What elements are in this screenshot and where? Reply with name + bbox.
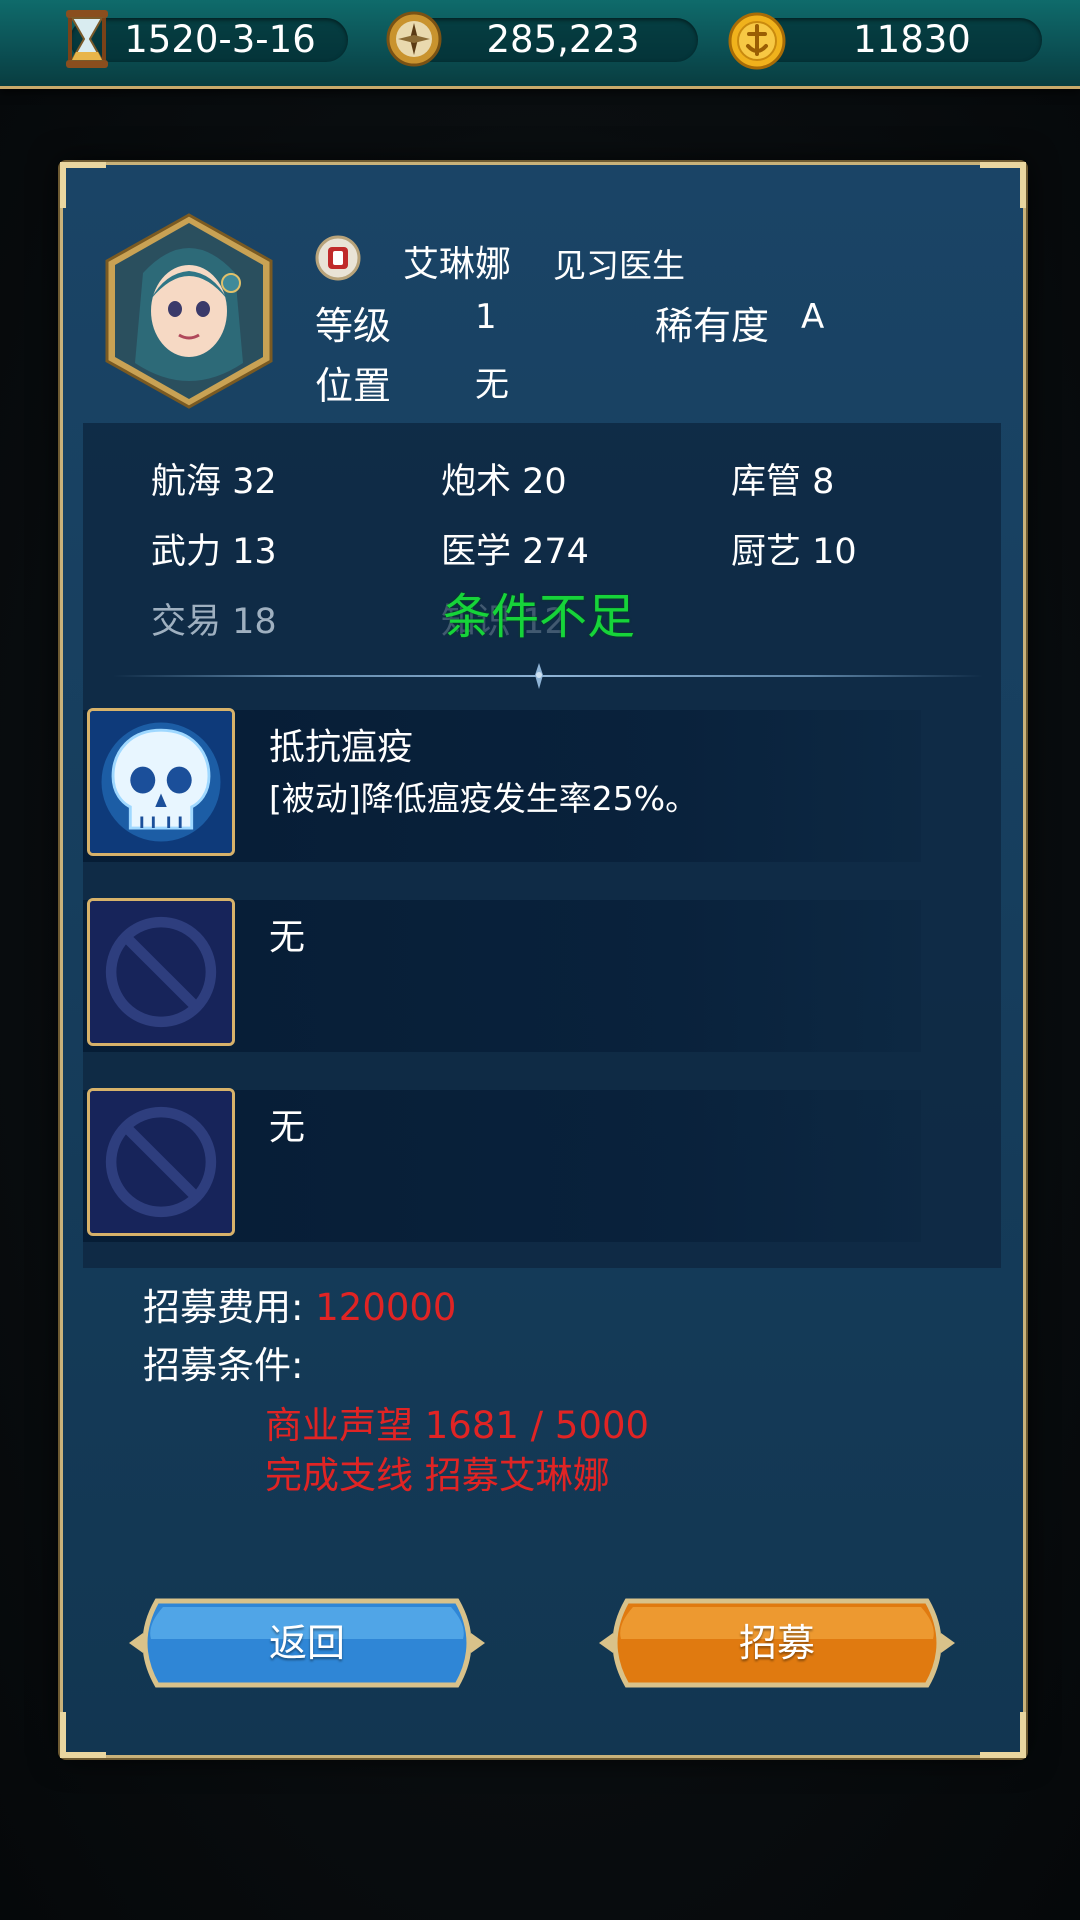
officer-recruit-dialog: 艾琳娜 见习医生 等级 1 稀有度 A 位置 无 航海 32 炮术 20 库管 … <box>60 162 1026 1758</box>
reputation-text: 285,223 <box>486 18 640 61</box>
back-button[interactable]: 返回 <box>127 1595 487 1691</box>
skill-slot[interactable]: 抵抗瘟疫 [被动]降低瘟疫发生率25%。 <box>83 708 921 862</box>
coins-text: 11830 <box>853 18 971 61</box>
skill-description: [被动]降低瘟疫发生率25%。 <box>269 779 699 818</box>
recruit-cost-value: 120000 <box>315 1286 457 1329</box>
date-text: 1520-3-16 <box>124 18 316 61</box>
recruit-cost-line: 招募费用: 120000 <box>143 1277 456 1331</box>
rarity-value: A <box>801 297 825 337</box>
condition-warning: 条件不足 <box>443 589 636 645</box>
position-value: 无 <box>475 365 509 405</box>
compass-icon <box>386 11 442 67</box>
empty-slot-icon <box>87 898 235 1046</box>
recruit-condition-label: 招募条件: <box>143 1344 304 1387</box>
corner-ornament <box>980 1712 1026 1758</box>
skill-slot[interactable]: 无 <box>83 1088 921 1242</box>
coins-box: 11830 <box>742 18 1042 62</box>
level-value: 1 <box>475 297 497 337</box>
hourglass-icon <box>66 10 108 68</box>
stat-trade: 交易 18 <box>151 602 277 642</box>
resource-bar: 1520-3-16 285,223 11830 <box>0 0 1080 89</box>
corner-ornament <box>980 162 1026 208</box>
recruit-button-label: 招募 <box>738 1621 815 1665</box>
skull-icon <box>87 708 235 856</box>
corner-ornament <box>60 162 106 208</box>
officer-portrait <box>105 213 273 409</box>
stat-storage: 库管 8 <box>731 462 835 502</box>
stat-gunnery: 炮术 20 <box>441 462 567 502</box>
requirement-item: 商业声望 1681 / 5000 <box>265 1404 650 1447</box>
officer-title: 见习医生 <box>553 246 685 285</box>
stat-combat: 武力 13 <box>151 532 277 572</box>
officer-name: 艾琳娜 <box>403 244 512 285</box>
recruit-cost-label: 招募费用: <box>143 1286 304 1329</box>
nation-emblem-icon <box>315 235 361 281</box>
stat-navigation: 航海 32 <box>151 462 277 502</box>
gold-coin-icon <box>728 12 786 70</box>
back-button-label: 返回 <box>268 1621 345 1665</box>
requirement-item: 完成支线 招募艾琳娜 <box>265 1454 610 1497</box>
divider-ornament-icon <box>535 663 543 689</box>
rarity-label: 稀有度 <box>655 304 770 348</box>
stat-medicine: 医学 274 <box>441 532 589 572</box>
empty-slot-icon <box>87 1088 235 1236</box>
recruit-button[interactable]: 招募 <box>597 1595 957 1691</box>
skill-name: 无 <box>269 917 306 958</box>
skill-name: 抵抗瘟疫 <box>269 727 414 768</box>
stat-cooking: 厨艺 10 <box>731 532 857 572</box>
reputation-box: 285,223 <box>398 18 698 62</box>
skill-name: 无 <box>269 1107 306 1148</box>
position-label: 位置 <box>315 364 392 408</box>
skill-slot[interactable]: 无 <box>83 898 921 1052</box>
stats-panel: 航海 32 炮术 20 库管 8 武力 13 医学 274 厨艺 10 交易 1… <box>83 423 1001 1268</box>
level-label: 等级 <box>315 304 392 348</box>
corner-ornament <box>60 1712 106 1758</box>
